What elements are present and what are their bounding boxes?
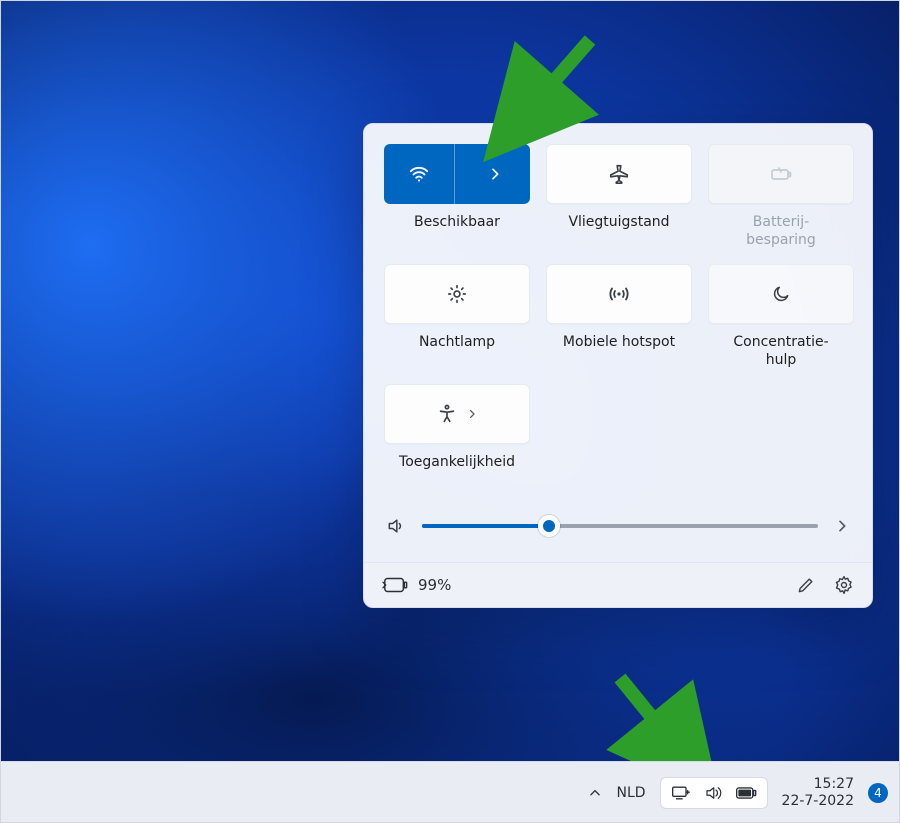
volume-slider[interactable] [422, 524, 818, 528]
tray-volume-icon [703, 784, 723, 802]
tile-nightlight[interactable] [384, 264, 530, 324]
accessibility-icon [436, 403, 458, 425]
chevron-right-icon [487, 166, 503, 182]
tray-quick-settings-group[interactable] [660, 777, 768, 809]
moon-icon [771, 284, 791, 304]
volume-expand[interactable] [834, 518, 850, 534]
tile-accessibility-label: Toegankelijkheid [399, 454, 515, 490]
battery-saver-icon [769, 162, 793, 186]
tile-accessibility[interactable] [384, 384, 530, 444]
volume-row [364, 498, 872, 562]
tile-focus[interactable] [708, 264, 854, 324]
quick-settings-tiles: Beschikbaar Vliegtuigstand [364, 124, 872, 498]
edit-button[interactable] [796, 575, 816, 595]
tile-accessibility-wrap: Toegankelijkheid [384, 384, 530, 490]
tile-hotspot-label: Mobiele hotspot [563, 334, 675, 370]
tile-nightlight-wrap: Nachtlamp [384, 264, 530, 370]
tile-nightlight-label: Nachtlamp [419, 334, 495, 370]
tile-airplane[interactable] [546, 144, 692, 204]
volume-slider-thumb[interactable] [538, 515, 560, 537]
chevron-right-icon [466, 408, 478, 420]
tray-overflow-chevron[interactable] [588, 786, 602, 800]
quick-settings-footer: 99% [364, 562, 872, 607]
speaker-icon[interactable] [386, 516, 406, 536]
battery-percent-text: 99% [418, 576, 451, 594]
tile-hotspot[interactable] [546, 264, 692, 324]
volume-slider-fill [422, 524, 549, 528]
quick-settings-panel: Beschikbaar Vliegtuigstand [363, 123, 873, 608]
tray-language[interactable]: NLD [616, 785, 645, 801]
tray-clock[interactable]: 15:27 22-7-2022 [782, 776, 854, 810]
taskbar: NLD 15:27 22-7-2022 4 [0, 761, 900, 823]
tile-wifi-label: Beschikbaar [414, 214, 500, 250]
tile-battery-saver [708, 144, 854, 204]
tile-wifi-wrap: Beschikbaar [384, 144, 530, 250]
wifi-icon [408, 163, 430, 185]
battery-status[interactable]: 99% [382, 576, 451, 594]
tray-notification-count: 4 [874, 786, 882, 800]
tile-focus-wrap: Concentratie- hulp [708, 264, 854, 370]
tray-date: 22-7-2022 [782, 793, 854, 810]
tile-airplane-wrap: Vliegtuigstand [546, 144, 692, 250]
tray-notification-badge[interactable]: 4 [868, 783, 888, 803]
tile-airplane-label: Vliegtuigstand [568, 214, 669, 250]
airplane-icon [608, 163, 630, 185]
tile-battery-saver-label: Batterij- besparing [746, 214, 816, 250]
wifi-toggle[interactable] [384, 144, 455, 204]
tile-wifi[interactable] [384, 144, 530, 204]
hotspot-icon [607, 282, 631, 306]
settings-button[interactable] [834, 575, 854, 595]
tray-battery-icon [735, 786, 757, 800]
tile-hotspot-wrap: Mobiele hotspot [546, 264, 692, 370]
brightness-icon [446, 283, 468, 305]
tray-time: 15:27 [814, 776, 854, 793]
tile-battery-saver-wrap: Batterij- besparing [708, 144, 854, 250]
wifi-expand[interactable] [461, 144, 531, 204]
tray-network-icon [671, 785, 691, 801]
battery-charging-icon [382, 576, 408, 594]
tile-focus-label: Concentratie- hulp [733, 334, 828, 370]
